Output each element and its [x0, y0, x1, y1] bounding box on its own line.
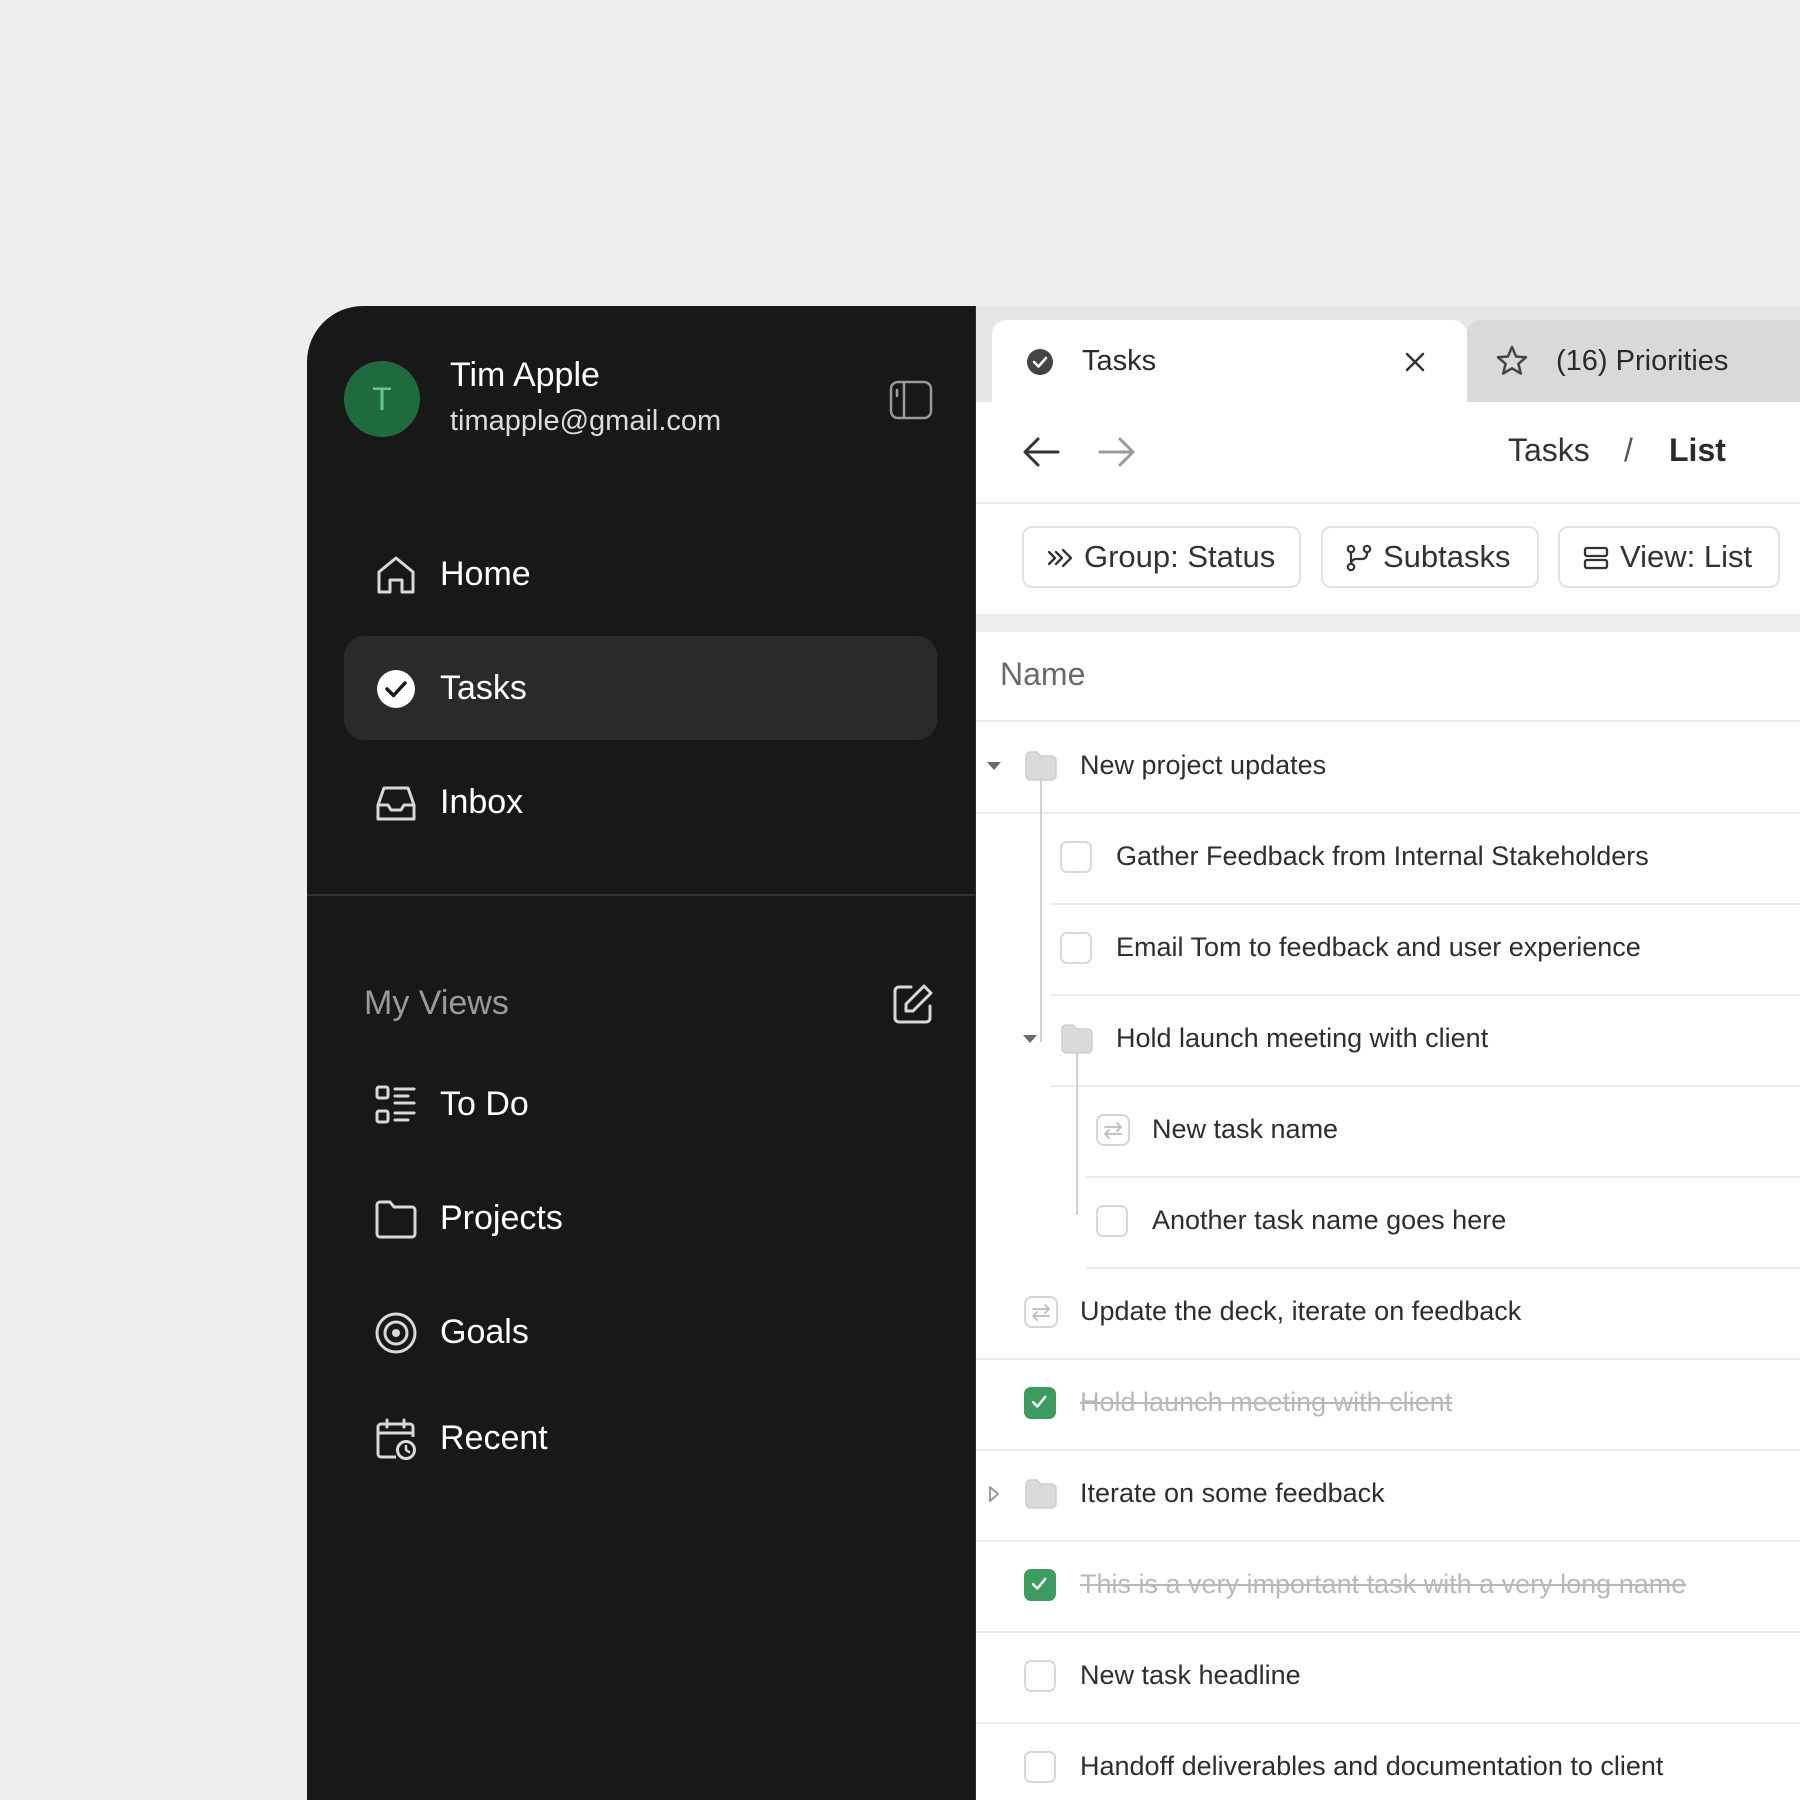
navigation-bar: Tasks / List	[976, 402, 1800, 504]
breadcrumb-separator: /	[1624, 432, 1633, 468]
table-row[interactable]: Handoff deliverables and documentation t…	[976, 1723, 1800, 1800]
calendar-clock-icon	[376, 1418, 416, 1460]
tree-guide-line	[1040, 778, 1042, 1042]
table-row[interactable]: Hold launch meeting with client	[1023, 995, 1800, 1087]
checkbox[interactable]	[1024, 1751, 1056, 1783]
task-name[interactable]: Email Tom to feedback and user experienc…	[1116, 932, 1641, 963]
task-name[interactable]: New task headline	[1080, 1660, 1301, 1691]
todo-list-icon	[375, 1085, 416, 1124]
tab-priorities[interactable]: (16) Priorities	[1467, 320, 1800, 402]
task-name[interactable]: Hold launch meeting with client	[1080, 1387, 1452, 1418]
target-icon	[375, 1312, 417, 1354]
sidebar-item-label: Tasks	[440, 668, 527, 707]
star-icon	[1496, 345, 1528, 375]
chip-label: View: List	[1620, 539, 1753, 574]
checkbox[interactable]	[1060, 932, 1092, 964]
table-row[interactable]: Another task name goes here	[1086, 1177, 1800, 1269]
view-list-button[interactable]: View: List	[1558, 526, 1780, 588]
sidebar-item-label: Recent	[440, 1418, 548, 1457]
sidebar-item-inbox[interactable]: Inbox	[344, 750, 937, 854]
table-row[interactable]: Update the deck, iterate on feedback	[976, 1268, 1800, 1360]
branch-icon	[1346, 544, 1372, 572]
chip-label: Group: Status	[1084, 539, 1276, 574]
checkbox-checked[interactable]	[1024, 1387, 1056, 1419]
caret-right-icon[interactable]	[984, 1484, 1004, 1504]
inbox-icon	[376, 786, 416, 821]
checkbox[interactable]	[1024, 1660, 1056, 1692]
sidebar-item-label: Goals	[440, 1312, 529, 1351]
task-name[interactable]: Another task name goes here	[1152, 1205, 1506, 1236]
table-row[interactable]: Hold launch meeting with client	[976, 1359, 1800, 1451]
edit-views-icon[interactable]	[891, 982, 935, 1026]
caret-down-icon[interactable]	[1020, 1029, 1040, 1049]
checkmark-icon	[1031, 1577, 1047, 1590]
column-label: Name	[1000, 656, 1086, 692]
user-name: Tim Apple	[450, 356, 600, 394]
sidebar-item-label: Inbox	[440, 782, 524, 821]
sidebar-item-label: To Do	[440, 1084, 529, 1123]
sidebar-item-label: Home	[440, 554, 531, 593]
table-row[interactable]: This is a very important task with a ver…	[976, 1541, 1800, 1633]
tree-guide-line	[1076, 1053, 1078, 1215]
chip-label: Subtasks	[1383, 539, 1511, 574]
recurring-task-icon[interactable]	[1095, 1113, 1131, 1147]
tab-label: (16) Priorities	[1556, 344, 1729, 377]
name-column-header[interactable]: Name	[976, 632, 1800, 722]
app-window: T Tim Apple timapple@gmail.com Home Task…	[307, 306, 1800, 1800]
table-row[interactable]: Email Tom to feedback and user experienc…	[1050, 904, 1800, 996]
task-name[interactable]: New project updates	[1080, 750, 1326, 781]
task-name[interactable]: Gather Feedback from Internal Stakeholde…	[1116, 841, 1649, 872]
task-name[interactable]: New task name	[1152, 1114, 1338, 1145]
avatar[interactable]: T	[344, 361, 420, 437]
checkmark-icon	[1031, 1395, 1047, 1408]
tab-tasks[interactable]: Tasks	[992, 320, 1467, 402]
checkbox[interactable]	[1060, 841, 1092, 873]
check-circle-icon	[377, 670, 415, 708]
home-icon	[377, 556, 415, 594]
folder-icon	[375, 1200, 417, 1239]
sidebar-divider	[307, 894, 975, 896]
sidebar-toggle-icon[interactable]	[889, 380, 933, 420]
my-views-heading: My Views	[364, 984, 509, 1022]
sidebar-item-tasks[interactable]: Tasks	[344, 636, 937, 740]
back-arrow-icon[interactable]	[1020, 430, 1064, 474]
table-row[interactable]: New project updates	[976, 722, 1800, 814]
task-name[interactable]: Update the deck, iterate on feedback	[1080, 1296, 1521, 1327]
breadcrumb-parent[interactable]: Tasks	[1508, 432, 1590, 469]
sidebar-item-goals[interactable]: Goals	[344, 1280, 937, 1384]
list-view-icon	[1583, 546, 1609, 570]
view-toolbar: Group: Status Subtasks View: List	[976, 504, 1800, 632]
tab-label: Tasks	[1082, 344, 1157, 377]
sidebar-item-home[interactable]: Home	[344, 522, 937, 626]
sidebar-item-projects[interactable]: Projects	[344, 1166, 937, 1270]
group-icon	[1047, 548, 1073, 568]
task-name[interactable]: Hold launch meeting with client	[1116, 1023, 1488, 1054]
sidebar-item-todo[interactable]: To Do	[344, 1052, 937, 1156]
forward-arrow-icon[interactable]	[1094, 430, 1138, 474]
sidebar-item-recent[interactable]: Recent	[344, 1386, 937, 1490]
table-row[interactable]: Iterate on some feedback	[976, 1450, 1800, 1542]
main-panel: Tasks (16) Priorities Tasks / List Group…	[976, 306, 1800, 1800]
tab-bar: Tasks (16) Priorities	[976, 306, 1800, 402]
table-row[interactable]: New task headline	[976, 1632, 1800, 1724]
user-email: timapple@gmail.com	[450, 405, 722, 437]
folder-icon[interactable]	[1024, 1478, 1058, 1510]
task-name[interactable]: This is a very important task with a ver…	[1080, 1569, 1686, 1600]
breadcrumb-current: List	[1669, 432, 1726, 468]
close-icon[interactable]	[1401, 348, 1429, 376]
folder-icon[interactable]	[1060, 1023, 1094, 1055]
group-status-button[interactable]: Group: Status	[1022, 526, 1301, 588]
sidebar-item-label: Projects	[440, 1198, 563, 1237]
sidebar: T Tim Apple timapple@gmail.com Home Task…	[307, 306, 976, 1800]
table-row[interactable]: New task name	[1086, 1086, 1800, 1178]
recurring-task-icon[interactable]	[1023, 1295, 1059, 1329]
check-circle-icon	[1027, 349, 1053, 375]
checkbox[interactable]	[1096, 1205, 1128, 1237]
subtasks-button[interactable]: Subtasks	[1321, 526, 1539, 588]
table-row[interactable]: Gather Feedback from Internal Stakeholde…	[1050, 813, 1800, 905]
caret-down-icon[interactable]	[984, 756, 1004, 776]
checkbox-checked[interactable]	[1024, 1569, 1056, 1601]
task-name[interactable]: Handoff deliverables and documentation t…	[1080, 1751, 1663, 1782]
task-name[interactable]: Iterate on some feedback	[1080, 1478, 1385, 1509]
